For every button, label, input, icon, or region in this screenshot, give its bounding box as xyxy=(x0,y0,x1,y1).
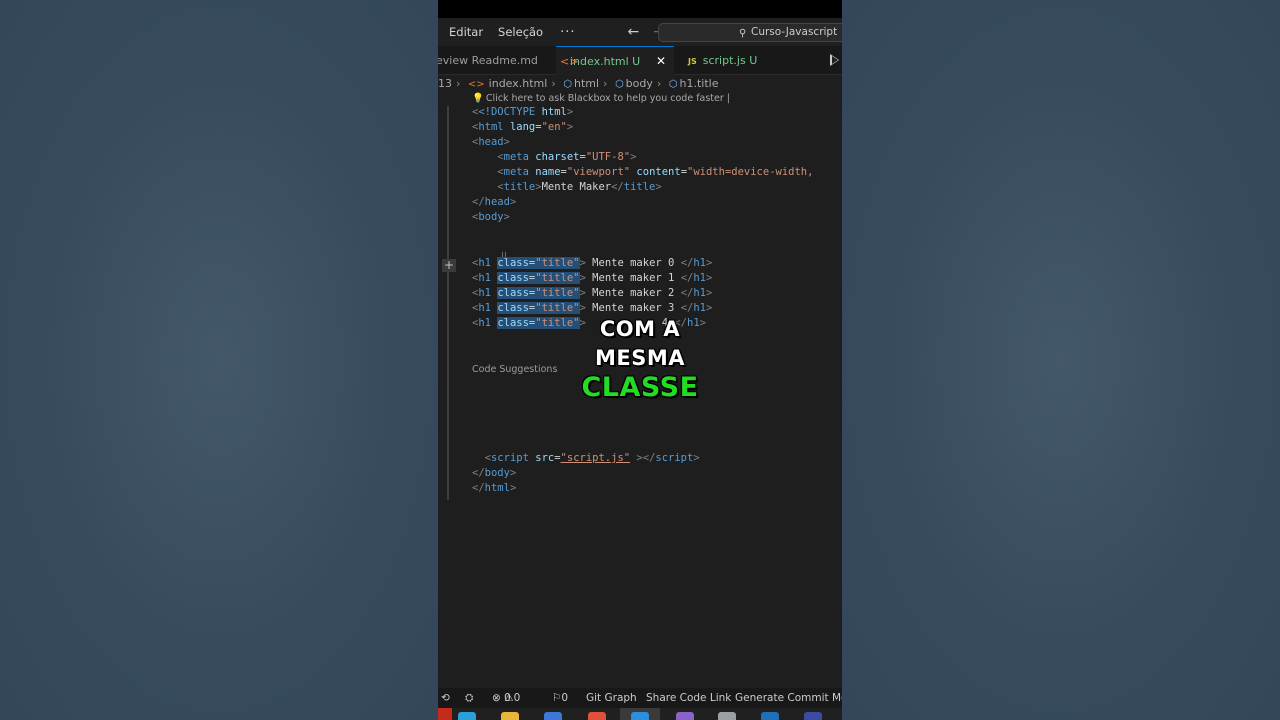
code-line-h1: <h1 class="title"> Mente maker 2 </h1> xyxy=(472,287,713,299)
code-line: <meta charset="UTF-8"> xyxy=(497,151,637,163)
blackbox-hint[interactable]: 💡 Click here to ask Blackbox to help you … xyxy=(472,93,730,104)
back-arrow-icon[interactable]: ← xyxy=(628,24,640,40)
breadcrumb-element[interactable]: h1.title xyxy=(680,77,719,90)
problems-indicator[interactable]: ⊗ 0 ⚠ 0 xyxy=(492,688,520,708)
app-icon[interactable] xyxy=(761,712,779,720)
command-center-search[interactable]: ⚲ Curso-Javascript xyxy=(658,23,842,42)
tab-status: U xyxy=(749,54,758,67)
chevron-right-icon: › xyxy=(656,77,662,90)
code-line: <head> xyxy=(472,136,510,148)
code-line: </html> xyxy=(472,482,517,494)
menu-selection[interactable]: Seleção xyxy=(498,25,543,39)
background-left xyxy=(0,0,438,720)
chrome-icon[interactable] xyxy=(588,712,606,720)
chevron-right-icon: › xyxy=(456,77,461,90)
html-file-icon: <> xyxy=(467,79,485,90)
code-line-h1: <h1 class="title"> Mente maker 3 </h1> xyxy=(472,302,713,314)
breadcrumb-html[interactable]: html xyxy=(574,77,599,90)
visual-studio-icon[interactable] xyxy=(676,712,694,720)
code-line: <title>Mente Maker</title> xyxy=(497,181,662,193)
taskbar-red-strip xyxy=(438,708,452,720)
html-file-icon: <> xyxy=(560,55,579,68)
indent-guide xyxy=(447,106,449,500)
chevron-right-icon: › xyxy=(551,77,556,90)
caption-line-2: MESMA xyxy=(594,346,686,370)
close-icon[interactable]: ✕ xyxy=(656,47,666,76)
browser-icon[interactable] xyxy=(458,712,476,720)
video-caption: COM A MESMA CLASSE xyxy=(438,315,842,402)
app-icon[interactable] xyxy=(804,712,822,720)
code-line: <body> xyxy=(472,211,510,223)
more-menu-icon[interactable]: ··· xyxy=(560,25,575,40)
top-strip xyxy=(438,0,842,18)
code-line-h1: <h1 class="title"> Mente maker 0 </h1> xyxy=(472,257,713,269)
vscode-icon[interactable] xyxy=(631,712,649,720)
add-comment-icon[interactable]: + xyxy=(442,259,456,272)
ports-indicator[interactable]: ⚐ 0 xyxy=(552,688,568,708)
remote-icon[interactable]: ⟲ xyxy=(441,688,450,708)
breadcrumb-body[interactable]: body xyxy=(626,77,653,90)
code-line: <<!DOCTYPE html> xyxy=(472,106,574,118)
element-icon: ⬡ xyxy=(668,79,678,90)
background-right xyxy=(842,0,1280,720)
generate-commit-button[interactable]: Generate Commit Mes xyxy=(735,688,842,708)
sync-icon[interactable]: ⛭ xyxy=(465,688,473,708)
tab-script-js[interactable]: JS script.js U xyxy=(686,46,757,75)
git-graph-button[interactable]: Git Graph xyxy=(586,688,637,708)
element-icon: ⬡ xyxy=(563,79,572,90)
tab-status: U xyxy=(632,55,641,68)
run-icon[interactable] xyxy=(830,54,839,66)
search-label: Curso-Javascript xyxy=(751,26,838,38)
tab-readme-preview[interactable]: eview Readme.md xyxy=(438,46,538,75)
breadcrumb: 13 › <> index.html › ⬡ html › ⬡ body › ⬡ h1.titl… xyxy=(438,76,842,92)
code-line: </head> xyxy=(472,196,517,208)
code-line: </body> xyxy=(472,467,517,479)
tab-label: index.html xyxy=(570,55,629,68)
caption-line-1: COM A xyxy=(599,317,681,341)
tab-label: script.js xyxy=(702,54,746,67)
menu-bar: Editar Seleção ··· ← → ⚲ Curso-Javascrip… xyxy=(438,18,842,46)
caption-line-3: CLASSE xyxy=(581,372,699,403)
code-line-h1: <h1 class="title"> Mente maker 1 </h1> xyxy=(472,272,713,284)
clock-icon[interactable] xyxy=(718,712,736,720)
breadcrumb-prefix: 13 xyxy=(438,77,452,90)
menu-edit[interactable]: Editar xyxy=(449,25,483,39)
lightbulb-icon: 💡 xyxy=(472,93,484,104)
code-line: <script src="script.js" ></script> xyxy=(484,452,700,464)
element-icon: ⬡ xyxy=(614,79,624,90)
folder-icon[interactable] xyxy=(501,712,519,720)
mail-icon[interactable] xyxy=(544,712,562,720)
share-code-link-button[interactable]: Share Code Link xyxy=(646,688,731,708)
tab-bar: eview Readme.md <> index.html U ✕ JS scri… xyxy=(438,46,842,75)
hint-text: Click here to ask Blackbox to help you c… xyxy=(485,93,731,104)
tab-index-html[interactable]: <> index.html U ✕ xyxy=(556,46,674,75)
code-line: <html lang="en"> xyxy=(472,121,574,133)
os-taskbar xyxy=(438,708,842,720)
chevron-right-icon: › xyxy=(603,77,608,90)
search-icon: ⚲ xyxy=(739,28,747,39)
js-file-icon: JS xyxy=(688,57,697,66)
code-line: <meta name="viewport" content="width=dev… xyxy=(497,166,814,178)
vscode-window: Editar Seleção ··· ← → ⚲ Curso-Javascrip… xyxy=(438,0,842,720)
breadcrumb-file[interactable]: index.html xyxy=(489,77,548,90)
tab-label: eview Readme.md xyxy=(438,54,538,67)
status-bar: ⟲ ⛭ ⊗ 0 ⚠ 0 ⚐ 0 Git Graph Share Code Lin… xyxy=(438,688,842,708)
